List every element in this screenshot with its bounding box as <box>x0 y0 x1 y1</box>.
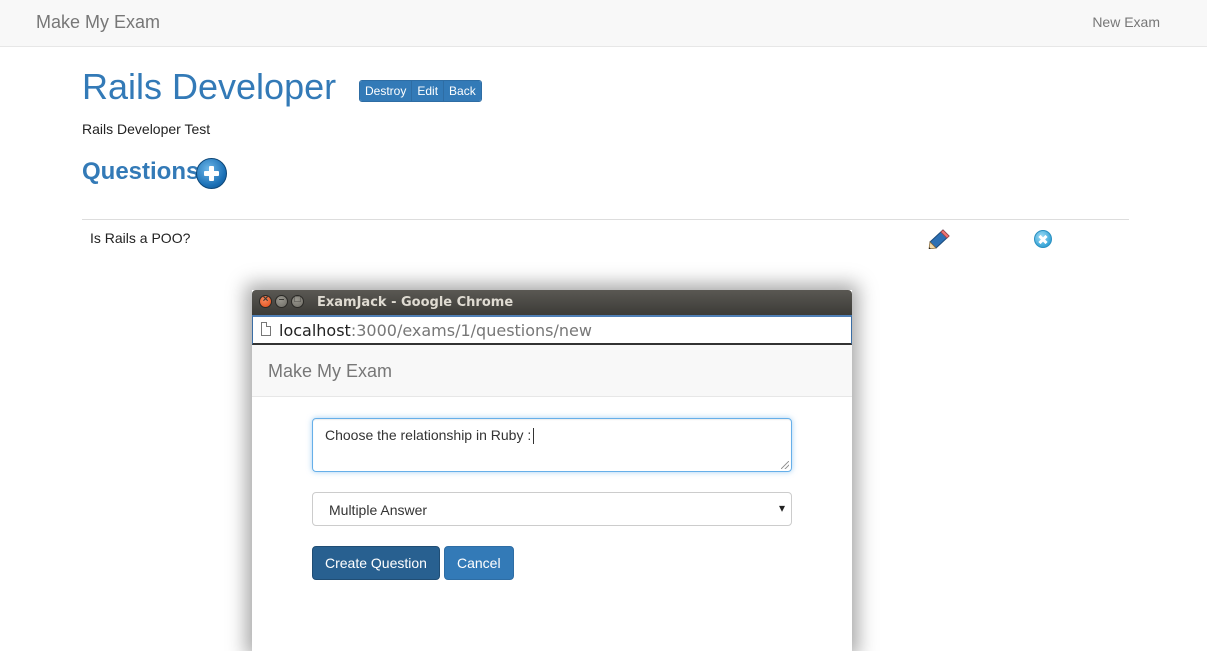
address-bar[interactable]: localhost:3000/exams/1/questions/new <box>252 315 852 345</box>
add-question-icon[interactable] <box>196 158 227 189</box>
window-minimize-button[interactable]: – <box>275 294 288 308</box>
destroy-button[interactable]: Destroy <box>360 81 413 101</box>
question-input-text: Choose the relationship in Ruby : <box>325 427 532 443</box>
question-textarea[interactable]: Choose the relationship in Ruby : <box>312 418 792 472</box>
delete-question-icon[interactable] <box>1034 230 1052 248</box>
popup-navbar: Make My Exam <box>252 345 852 397</box>
table-divider <box>82 219 1129 220</box>
chevron-down-icon: ▾ <box>778 501 785 515</box>
text-caret <box>533 428 535 445</box>
questions-heading: Questions <box>82 158 200 185</box>
exam-description: Rails Developer Test <box>82 121 211 137</box>
exam-title: Rails Developer <box>82 66 337 107</box>
url-text: localhost:3000/exams/1/questions/new <box>279 321 592 340</box>
select-value: Multiple Answer <box>329 502 428 518</box>
window-titlebar: × – □ ExamJack - Google Chrome <box>252 290 852 315</box>
edit-button[interactable]: Edit <box>412 81 445 101</box>
page-icon <box>261 322 271 336</box>
new-exam-link[interactable]: New Exam <box>1092 14 1160 30</box>
popup-brand-link[interactable]: Make My Exam <box>268 361 392 382</box>
window-close-button[interactable]: × <box>259 294 272 308</box>
window-title: ExamJack - Google Chrome <box>317 295 514 310</box>
popup-browser-window: × – □ ExamJack - Google Chrome localhost… <box>252 290 852 651</box>
exam-actions: Destroy Edit Back <box>359 80 482 102</box>
top-navbar: Make My Exam New Exam <box>0 0 1207 47</box>
question-text: Is Rails a POO? <box>90 230 191 246</box>
question-type-select[interactable]: Multiple Answer ▾ <box>312 492 792 526</box>
resize-handle[interactable] <box>781 461 789 469</box>
back-button[interactable]: Back <box>444 81 481 101</box>
cancel-button[interactable]: Cancel <box>444 546 514 580</box>
pencil-icon[interactable] <box>928 229 950 249</box>
window-maximize-button[interactable]: □ <box>291 294 304 308</box>
brand-link[interactable]: Make My Exam <box>36 12 160 33</box>
create-question-button[interactable]: Create Question <box>312 546 440 580</box>
